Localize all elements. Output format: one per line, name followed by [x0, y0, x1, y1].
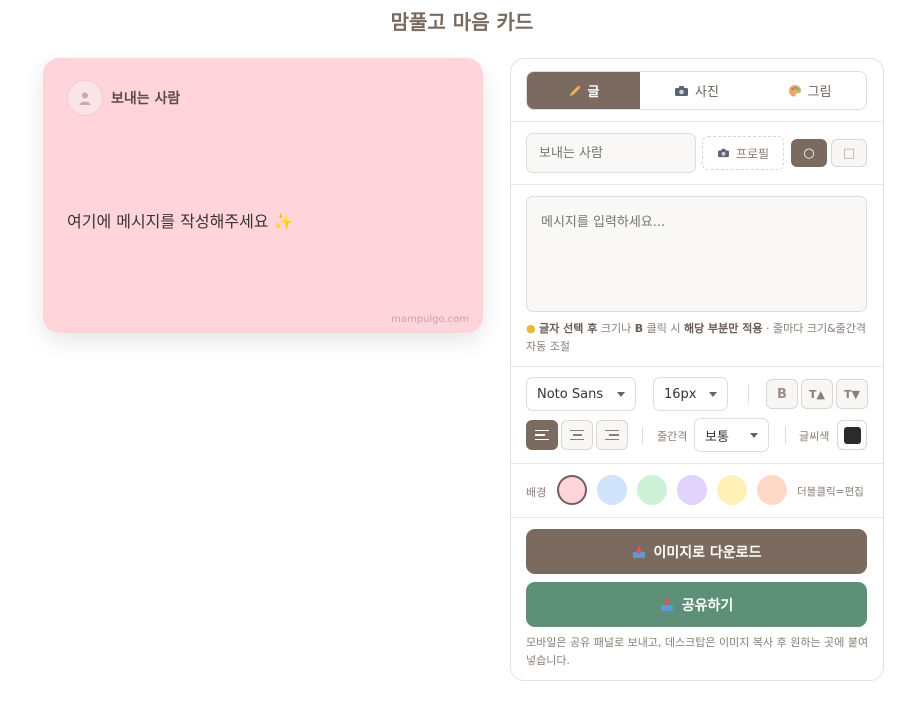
camera-icon	[718, 148, 729, 158]
chevron-down-icon	[709, 392, 717, 397]
align-left-button[interactable]	[526, 420, 558, 450]
text-color-label: 글씨색	[799, 430, 830, 443]
inbox-tray-icon	[632, 545, 645, 558]
tab-drawing[interactable]: 그림	[753, 72, 866, 109]
pencil-icon	[569, 84, 581, 96]
align-left-icon	[535, 429, 549, 441]
divider	[511, 184, 883, 185]
text-color-swatch	[843, 426, 861, 444]
card-preview: 보내는 사람 여기에 메시지를 작성해주세요 ✨ mampulgo.com	[43, 58, 483, 333]
font-size-up-label: T▲	[809, 387, 825, 401]
lightbulb-icon: ●	[526, 322, 536, 335]
text-color-picker[interactable]	[837, 420, 867, 450]
square-shape-icon: □	[842, 145, 856, 161]
divider	[511, 463, 883, 464]
hint-text-2: 클릭 시	[643, 322, 684, 335]
profile-button-label: 프로필	[735, 146, 770, 161]
card-watermark: mampulgo.com	[391, 314, 469, 325]
font-select-value: Noto Sans	[537, 386, 604, 402]
shape-circle-button[interactable]: ○	[791, 139, 827, 167]
font-size-down-label: T▼	[844, 387, 860, 401]
circle-shape-icon: ○	[803, 145, 815, 161]
align-right-button[interactable]	[596, 420, 628, 450]
card-sender: 보내는 사람	[111, 91, 181, 107]
line-height-select[interactable]: 보통	[694, 418, 769, 452]
hint-strong-1: 글자 선택 후	[539, 322, 598, 335]
font-select[interactable]: Noto Sans	[526, 377, 636, 411]
divider	[511, 366, 883, 367]
avatar	[67, 80, 103, 116]
background-swatch[interactable]	[597, 475, 627, 505]
mode-tabs: 글 사진 그림	[526, 71, 867, 110]
divider	[511, 517, 883, 518]
camera-icon	[675, 85, 689, 96]
tab-text-label: 글	[587, 85, 600, 100]
share-button[interactable]: 공유하기	[526, 582, 867, 627]
separator	[642, 426, 643, 444]
hint-strong-2: B	[634, 322, 644, 335]
tab-drawing-label: 그림	[807, 85, 832, 100]
bold-button-label: B	[777, 386, 787, 402]
background-swatch[interactable]	[717, 475, 747, 505]
outbox-tray-icon	[660, 597, 673, 611]
hint-text-1: 크기나	[597, 322, 635, 335]
tab-photo[interactable]: 사진	[640, 72, 753, 109]
font-size-up-button[interactable]: T▲	[801, 379, 833, 409]
font-size-select[interactable]: 16px	[653, 377, 728, 411]
share-button-label: 공유하기	[681, 597, 734, 614]
font-size-select-value: 16px	[664, 386, 697, 402]
separator	[748, 385, 749, 403]
align-center-button[interactable]	[561, 420, 593, 450]
shape-square-button[interactable]: □	[831, 139, 867, 167]
background-label: 배경	[526, 486, 547, 499]
chevron-down-icon	[750, 433, 758, 438]
background-swatch[interactable]	[677, 475, 707, 505]
divider	[511, 121, 883, 122]
align-center-icon	[570, 429, 584, 441]
card-message: 여기에 메시지를 작성해주세요 ✨	[67, 212, 294, 231]
profile-button[interactable]: 프로필	[702, 136, 784, 170]
footer-note: 모바일은 공유 패널로 보내고, 데스크탑은 이미지 복사 후 원하는 곳에 붙…	[526, 636, 869, 667]
download-button-label: 이미지로 다운로드	[653, 544, 762, 561]
line-height-label: 줄간격	[657, 430, 688, 443]
tab-photo-label: 사진	[695, 85, 719, 100]
background-swatch[interactable]	[557, 475, 587, 505]
download-image-button[interactable]: 이미지로 다운로드	[526, 529, 867, 574]
page-title: 맘풀고 마음 카드	[390, 10, 534, 34]
chevron-down-icon	[617, 392, 625, 397]
hint-strong-3: 해당 부분만 적용	[683, 322, 763, 335]
tab-text[interactable]: 글	[527, 72, 640, 109]
bold-button[interactable]: B	[766, 379, 798, 409]
message-textarea[interactable]	[526, 196, 867, 312]
swatch-edit-hint: 더블클릭=편집	[797, 486, 864, 498]
palette-icon	[788, 84, 801, 97]
background-swatch[interactable]	[757, 475, 787, 505]
separator	[785, 426, 786, 444]
background-swatch[interactable]	[637, 475, 667, 505]
editor-panel: 글 사진 그림 프로필 ○	[510, 58, 884, 681]
sender-input[interactable]	[526, 133, 696, 173]
line-height-select-value: 보통	[705, 429, 729, 445]
font-size-down-button[interactable]: T▼	[836, 379, 868, 409]
align-right-icon	[605, 429, 619, 441]
user-icon	[79, 92, 91, 105]
formatting-hint: ● 글자 선택 후 크기나 B 클릭 시 해당 부분만 적용 · 줄마다 크기&…	[526, 320, 871, 356]
